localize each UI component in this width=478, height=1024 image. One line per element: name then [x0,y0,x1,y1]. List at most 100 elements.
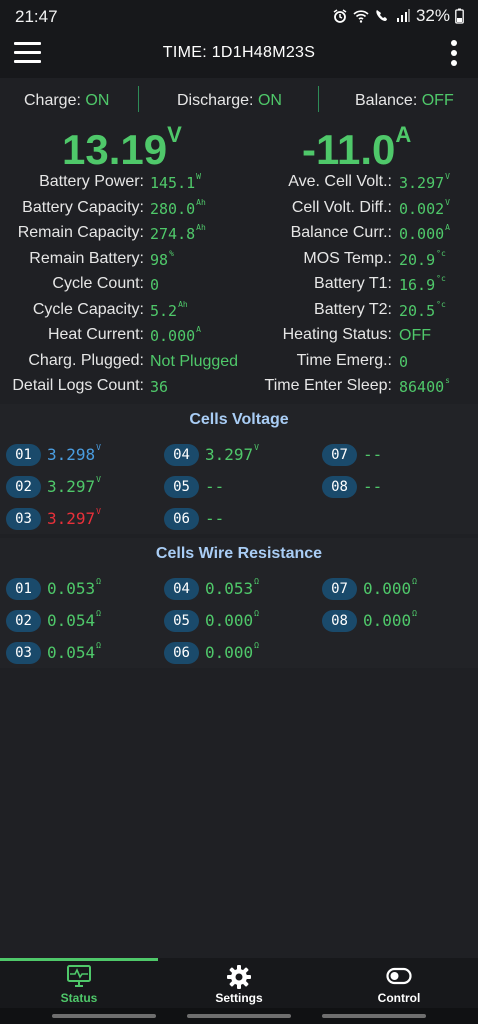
cell-05: 05 0.000Ω [164,609,314,632]
unit-label: Ah [196,223,206,232]
balance-status: Balance: OFF [355,92,454,109]
unit-label: Ω [412,609,417,618]
stat-value: OFF [399,327,431,344]
stat-battery-power: Battery Power: [0,173,144,198]
cell-value: 3.298V [47,443,101,464]
unit-label: V [254,443,259,452]
battery-percent: 32% [415,6,450,25]
cell-02: 02 3.297V [6,475,156,498]
stat-label: Time Enter Sleep: [264,377,392,394]
unit-label: A [196,325,201,334]
stat-value: 0.000A [399,223,450,243]
stat-label: Cell Volt. Diff.: [291,199,392,216]
stat-value: 0 [399,353,409,371]
gear-icon [227,965,251,989]
nav-label: Status [60,991,98,1005]
nav-label: Control [377,991,421,1005]
cell-value: 3.297V [47,507,101,528]
nav-control[interactable]: Control [320,958,478,1008]
cell-03: 03 3.297V [6,507,156,530]
battery-icon [455,8,464,24]
cell-08: 08 -- [322,476,472,498]
stat-label: Ave. Cell Volt.: [288,173,392,190]
unit-label: A [445,223,450,232]
cell-number-badge: 08 [322,610,357,632]
cell-05: 05 -- [164,476,314,498]
active-indicator [0,958,158,961]
stat-label: Battery Capacity: [22,199,144,216]
unit-label: V [445,198,450,207]
stat-label: Remain Capacity: [17,224,144,241]
cell-value: 0.054Ω [47,609,101,630]
unit-label: Ω [96,577,101,586]
cell-number-badge: 02 [6,476,41,498]
stat-value: 145.1W [150,172,201,192]
cell-08: 08 0.000Ω [322,609,472,632]
cell-number-badge: 01 [6,444,41,466]
cell-value: 3.297V [205,443,259,464]
cell-value: -- [363,445,383,464]
toggle-icon [386,967,412,985]
cell-04: 04 0.053Ω [164,577,314,600]
stat-label: Battery T1: [314,275,392,292]
cell-value: 0.000Ω [363,609,417,630]
cell-04: 04 3.297V [164,443,314,466]
stat-detail-logs-count: Detail Logs Count: [0,377,144,402]
cell-number-badge: 04 [164,578,199,600]
stat-balance-curr: Balance Curr.: [240,224,392,249]
divider [138,86,139,112]
stat-label: Heat Current: [47,326,144,343]
stat-heating-status: Heating Status: [240,326,392,351]
stat-label: Cycle Count: [52,275,144,292]
signal-icon [396,9,410,22]
stat-cell-volt-diff: Cell Volt. Diff.: [240,199,392,224]
unit-label: V [96,443,101,452]
stat-value: 280.0Ah [150,198,206,218]
nav-status[interactable]: Status [0,958,158,1008]
stat-charg-plugged: Charg. Plugged: [0,352,144,377]
charge-status: Charge: ON [24,92,110,109]
cell-number-badge: 04 [164,444,199,466]
stat-value: 20.5°c [399,300,446,320]
cell-value: 3.297V [47,475,101,496]
alarm-icon [333,9,347,23]
unit-label: °c [436,300,446,309]
cell-number-badge: 07 [322,444,357,466]
section-title: Cells Wire Resistance [155,545,323,562]
unit-label: % [169,249,174,258]
stat-cycle-capacity: Cycle Capacity: [0,301,144,326]
clock: 21:47 [15,7,58,26]
monitor-pulse-icon [67,965,91,987]
wifi-icon [353,10,369,23]
pack-voltage: 13.19V [62,122,182,173]
cell-number-badge: 05 [164,610,199,632]
app-bar: TIME: 1D1H48M23S [0,30,478,78]
cell-value: -- [205,477,225,496]
cell-number-badge: 03 [6,508,41,530]
cell-number-badge: 02 [6,610,41,632]
cell-number-badge: 06 [164,508,199,530]
unit-label: W [196,172,201,181]
nav-label: Settings [215,991,263,1005]
unit-label: °c [436,274,446,283]
unit-label: Ω [254,641,259,650]
nav-settings[interactable]: Settings [160,958,318,1008]
cells-voltage-section: Cells Voltage 01 3.298V 02 3.297V 03 3.297V 04… [0,404,478,534]
unit-label: s [445,376,450,385]
unit-label: V [96,475,101,484]
stat-label: Balance Curr.: [290,224,392,241]
unit-label: °c [436,249,446,258]
stat-label: Battery Power: [39,173,144,190]
cell-number-badge: 01 [6,578,41,600]
stat-heat-current: Heat Current: [0,326,144,351]
cell-number-badge: 06 [164,642,199,664]
stat-time-emerg: Time Emerg.: [240,352,392,377]
stat-value: 98% [150,249,174,269]
mode-status-row: Charge: ON Discharge: ON Balance: OFF [0,80,478,120]
stat-mos-temp: MOS Temp.: [240,250,392,275]
more-options-icon[interactable] [450,40,458,68]
unit-label: Ω [412,577,417,586]
cell-01: 01 0.053Ω [6,577,156,600]
unit-label: V [96,507,101,516]
section-title: Cells Voltage [189,411,289,428]
